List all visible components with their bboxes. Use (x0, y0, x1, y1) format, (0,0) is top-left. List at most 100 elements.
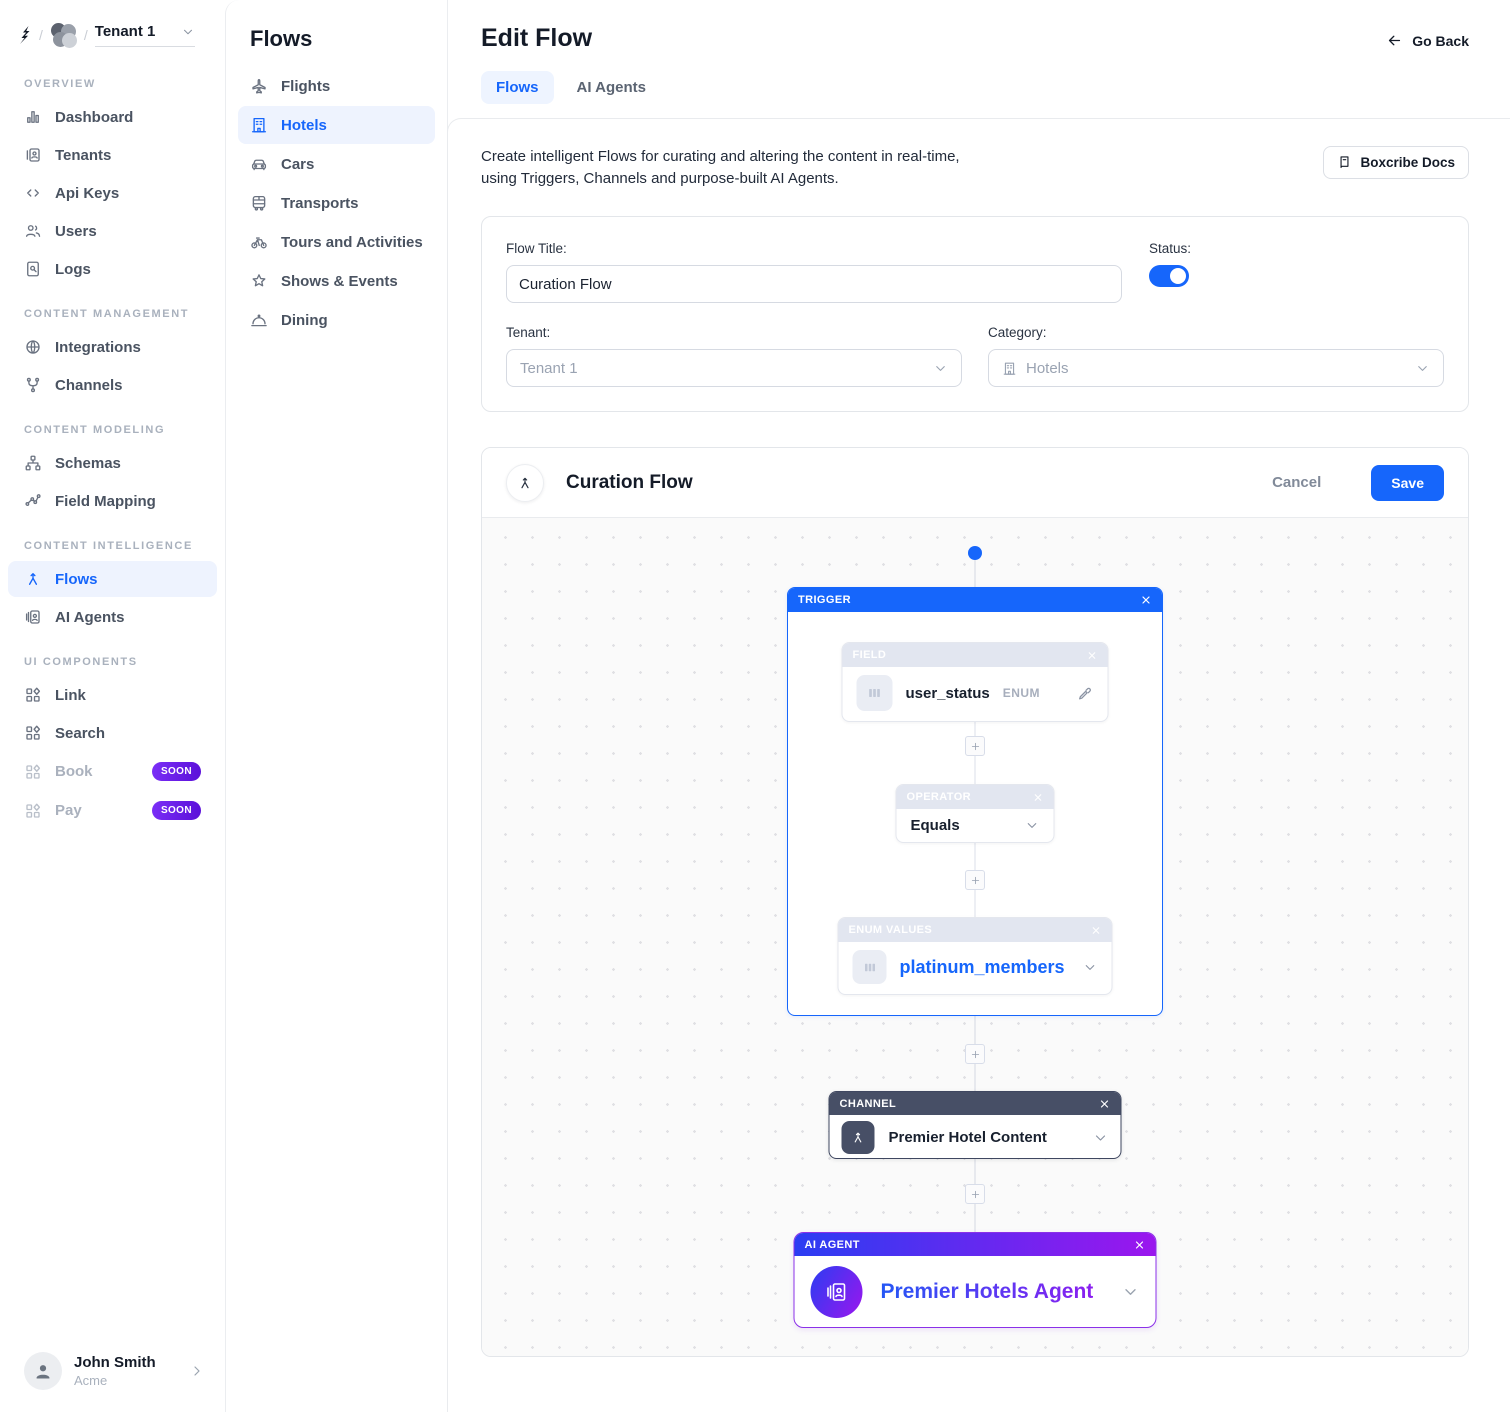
category-item-label: Transports (281, 195, 359, 212)
tab-ai-agents[interactable]: AI Agents (562, 71, 661, 104)
category-item-cars[interactable]: Cars (238, 145, 435, 183)
go-back-button[interactable]: Go Back (1386, 32, 1469, 49)
tenant-select[interactable]: Tenant 1 (506, 349, 962, 387)
add-step-button[interactable] (965, 736, 985, 756)
add-step-button[interactable] (965, 1184, 985, 1204)
close-icon[interactable] (1140, 594, 1152, 606)
section-label-content-management: CONTENT MANAGEMENT (0, 288, 225, 328)
sidebar-item-logs[interactable]: Logs (8, 251, 217, 287)
soon-badge: SOON (152, 801, 201, 820)
tenant-select-value: Tenant 1 (520, 360, 578, 377)
section-label-content-intelligence: CONTENT INTELLIGENCE (0, 520, 225, 560)
ai-agent-value: Premier Hotels Agent (881, 1280, 1094, 1304)
channels-icon (24, 376, 42, 394)
flow-editor-card: Curation Flow Cancel Save TRIGGER (481, 447, 1469, 1357)
enum-values-subcard[interactable]: ENUM VALUES platinum_members (838, 917, 1113, 995)
chevron-down-icon (1415, 361, 1430, 376)
flows-panel-title: Flows (226, 26, 447, 66)
tenants-icon (24, 146, 42, 164)
breadcrumb-separator: / (84, 27, 88, 43)
close-icon[interactable] (1099, 1098, 1111, 1110)
sidebar-item-ai-agents[interactable]: AI Agents (8, 599, 217, 635)
field-mapping-icon (24, 492, 42, 510)
sidebar-item-integrations[interactable]: Integrations (8, 329, 217, 365)
columns-icon (857, 675, 893, 711)
field-name: user_status (906, 685, 990, 702)
component-icon (24, 724, 42, 742)
flow-editor-header: Curation Flow Cancel Save (482, 448, 1468, 518)
ai-agent-node-title: AI AGENT (805, 1239, 860, 1251)
main-body: Create intelligent Flows for curating an… (447, 118, 1510, 1412)
category-label: Category: (988, 325, 1444, 340)
field-subcard-title: FIELD (853, 649, 887, 661)
operator-subcard[interactable]: OPERATOR Equals (896, 784, 1055, 843)
enum-value: platinum_members (900, 957, 1065, 978)
section-label-ui-components: UI COMPONENTS (0, 636, 225, 676)
channel-node[interactable]: CHANNEL Premier Hotel Content (829, 1091, 1122, 1159)
category-item-transports[interactable]: Transports (238, 184, 435, 222)
page-header: Edit Flow Go Back Flows AI Agents (448, 0, 1510, 118)
close-icon[interactable] (1091, 925, 1102, 936)
category-item-label: Cars (281, 156, 314, 173)
sidebar-item-channels[interactable]: Channels (8, 367, 217, 403)
sidebar-item-dashboard[interactable]: Dashboard (8, 99, 217, 135)
api-keys-icon (24, 184, 42, 202)
book-icon (1337, 155, 1352, 170)
sidebar-item-label: Search (55, 725, 105, 742)
description-line-1: Create intelligent Flows for curating an… (481, 148, 960, 165)
flow-icon (842, 1121, 875, 1154)
cars-icon (250, 155, 268, 173)
transports-icon (250, 194, 268, 212)
docs-button[interactable]: Boxcribe Docs (1323, 146, 1469, 179)
sidebar-item-book[interactable]: Book SOON (8, 753, 217, 790)
add-step-button[interactable] (965, 1044, 985, 1064)
category-item-hotels[interactable]: Hotels (238, 106, 435, 144)
org-avatar (50, 22, 77, 48)
sidebar-item-label: Integrations (55, 339, 141, 356)
add-step-button[interactable] (965, 870, 985, 890)
save-button[interactable]: Save (1371, 465, 1444, 501)
category-item-tours[interactable]: Tours and Activities (238, 223, 435, 261)
cancel-button[interactable]: Cancel (1272, 474, 1321, 491)
ai-agent-node[interactable]: AI AGENT Premier Hotels Agent (794, 1232, 1157, 1328)
category-item-label: Shows & Events (281, 273, 398, 290)
docs-button-label: Boxcribe Docs (1360, 155, 1455, 170)
chevron-down-icon (1122, 1283, 1140, 1301)
sidebar-item-field-mapping[interactable]: Field Mapping (8, 483, 217, 519)
flow-settings-card: Flow Title: Status: Tenant: Tenant 1 (481, 216, 1469, 412)
eyedropper-icon[interactable] (1077, 685, 1094, 702)
hotels-icon (250, 116, 268, 134)
sidebar-item-users[interactable]: Users (8, 213, 217, 249)
sidebar-item-link[interactable]: Link (8, 677, 217, 713)
sidebar-item-label: Schemas (55, 455, 121, 472)
sidebar-item-schemas[interactable]: Schemas (8, 445, 217, 481)
flow-canvas[interactable]: TRIGGER FIELD user_status (482, 518, 1468, 1356)
field-subcard[interactable]: FIELD user_status ENUM (842, 642, 1109, 722)
sidebar-item-flows[interactable]: Flows (8, 561, 217, 597)
tenant-switcher[interactable]: Tenant 1 (95, 23, 196, 47)
sidebar-item-tenants[interactable]: Tenants (8, 137, 217, 173)
flows-icon (24, 570, 42, 588)
sidebar-item-pay[interactable]: Pay SOON (8, 792, 217, 829)
category-select[interactable]: Hotels (988, 349, 1444, 387)
main-content: Edit Flow Go Back Flows AI Agents Create… (448, 0, 1510, 1412)
section-label-overview: OVERVIEW (0, 58, 225, 98)
tours-icon (250, 233, 268, 251)
tab-flows[interactable]: Flows (481, 71, 554, 104)
close-icon[interactable] (1087, 650, 1098, 661)
user-menu[interactable]: John Smith Acme (0, 1334, 225, 1412)
category-item-shows[interactable]: Shows & Events (238, 262, 435, 300)
sidebar-item-search[interactable]: Search (8, 715, 217, 751)
status-toggle[interactable] (1149, 265, 1189, 287)
category-item-dining[interactable]: Dining (238, 301, 435, 339)
logs-icon (24, 260, 42, 278)
flow-title-input[interactable] (506, 265, 1122, 303)
close-icon[interactable] (1134, 1239, 1146, 1251)
chevron-down-icon (933, 361, 948, 376)
trigger-node[interactable]: TRIGGER FIELD user_status (787, 587, 1163, 1016)
category-item-label: Flights (281, 78, 330, 95)
category-item-flights[interactable]: Flights (238, 67, 435, 105)
status-label: Status: (1149, 241, 1191, 256)
close-icon[interactable] (1033, 792, 1044, 803)
sidebar-item-api-keys[interactable]: Api Keys (8, 175, 217, 211)
